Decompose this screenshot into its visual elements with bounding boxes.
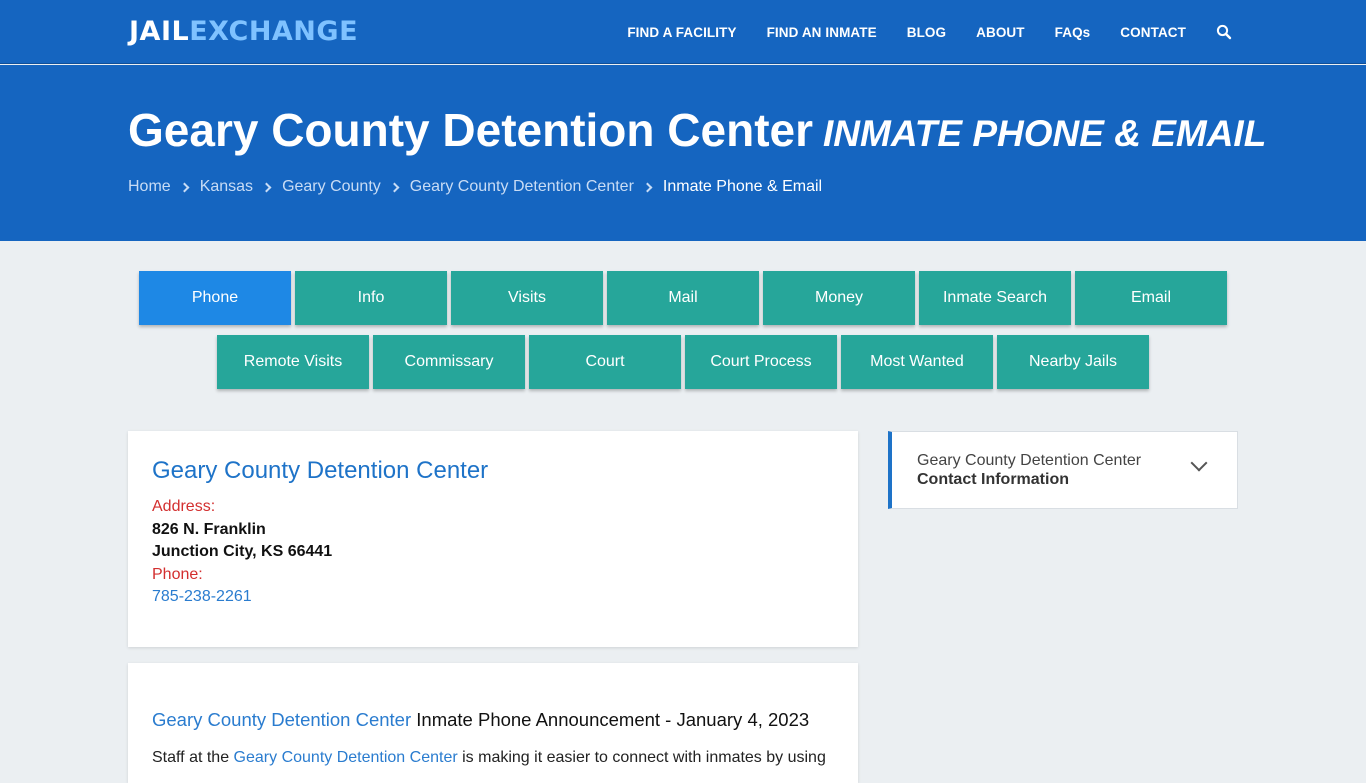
tab-most-wanted[interactable]: Most Wanted [841,335,993,389]
nav-find-inmate[interactable]: FIND AN INMATE [767,25,877,40]
tab-row-2: Remote Visits Commissary Court Court Pro… [0,335,1366,389]
tab-commissary[interactable]: Commissary [373,335,525,389]
nav-blog[interactable]: BLOG [907,25,946,40]
page-title-main: Geary County Detention Center [128,104,813,156]
phone-label: Phone: [152,565,203,583]
announcement-heading-text: Inmate Phone Announcement - January 4, 2… [411,709,810,730]
nav-contact[interactable]: CONTACT [1120,25,1186,40]
chevron-right-icon [261,182,272,192]
site-logo[interactable]: JAILEXCHANGE [129,16,358,47]
facility-name[interactable]: Geary County Detention Center [152,457,834,485]
breadcrumb-current: Inmate Phone & Email [662,178,823,195]
tab-info[interactable]: Info [295,271,447,325]
breadcrumb-home[interactable]: Home [128,178,171,196]
breadcrumb-state[interactable]: Kansas [200,178,253,196]
contact-info-accordion[interactable]: Geary County Detention Center Contact In… [888,431,1238,509]
page-title: Geary County Detention Center INMATE PHON… [128,103,1266,157]
tab-row-1: Phone Info Visits Mail Money Inmate Sear… [0,271,1366,325]
tab-remote-visits[interactable]: Remote Visits [217,335,369,389]
announcement-body-link[interactable]: Geary County Detention Center [234,749,458,766]
hero-banner: Geary County Detention Center INMATE PHON… [0,65,1366,241]
breadcrumb: Home Kansas Geary County Geary County De… [128,178,822,196]
address-line-1: 826 N. Franklin [152,520,266,538]
breadcrumb-facility[interactable]: Geary County Detention Center [410,178,634,196]
announcement-body-start: Staff at the [152,749,234,766]
accordion-title: Contact Information [917,471,1069,488]
announcement-facility-link[interactable]: Geary County Detention Center [152,709,411,730]
logo-exchange: EXCHANGE [189,16,359,47]
search-icon[interactable] [1216,24,1232,40]
announcement-card: Geary County Detention Center Inmate Pho… [128,663,858,783]
nav-find-facility[interactable]: FIND A FACILITY [627,25,736,40]
chevron-right-icon [389,182,400,192]
breadcrumb-county[interactable]: Geary County [282,178,381,196]
top-navbar: JAILEXCHANGE FIND A FACILITY FIND AN INM… [0,0,1366,64]
tab-visits[interactable]: Visits [451,271,603,325]
accordion-facility-name: Geary County Detention Center [917,452,1142,469]
tab-email[interactable]: Email [1075,271,1227,325]
main-nav: FIND A FACILITY FIND AN INMATE BLOG ABOU… [597,0,1232,64]
chevron-right-icon [179,182,190,192]
tab-nearby-jails[interactable]: Nearby Jails [997,335,1149,389]
announcement-body: Staff at the Geary County Detention Cent… [152,749,834,767]
logo-jail: JAIL [129,16,190,47]
tab-mail[interactable]: Mail [607,271,759,325]
nav-faqs[interactable]: FAQs [1055,25,1091,40]
tab-money[interactable]: Money [763,271,915,325]
phone-link[interactable]: 785-238-2261 [152,586,834,609]
page-title-sub: INMATE PHONE & EMAIL [823,113,1267,154]
address-line-2: Junction City, KS 66441 [152,543,333,560]
tab-court-process[interactable]: Court Process [685,335,837,389]
tab-court[interactable]: Court [529,335,681,389]
nav-about[interactable]: ABOUT [976,25,1025,40]
address-label: Address: [152,498,216,515]
announcement-body-end: is making it easier to connect with inma… [457,749,826,766]
chevron-right-icon [642,182,653,192]
announcement-heading: Geary County Detention Center Inmate Pho… [152,709,834,731]
tab-phone[interactable]: Phone [139,271,291,325]
tab-inmate-search[interactable]: Inmate Search [919,271,1071,325]
facility-card: Geary County Detention Center Address: 8… [128,431,858,647]
